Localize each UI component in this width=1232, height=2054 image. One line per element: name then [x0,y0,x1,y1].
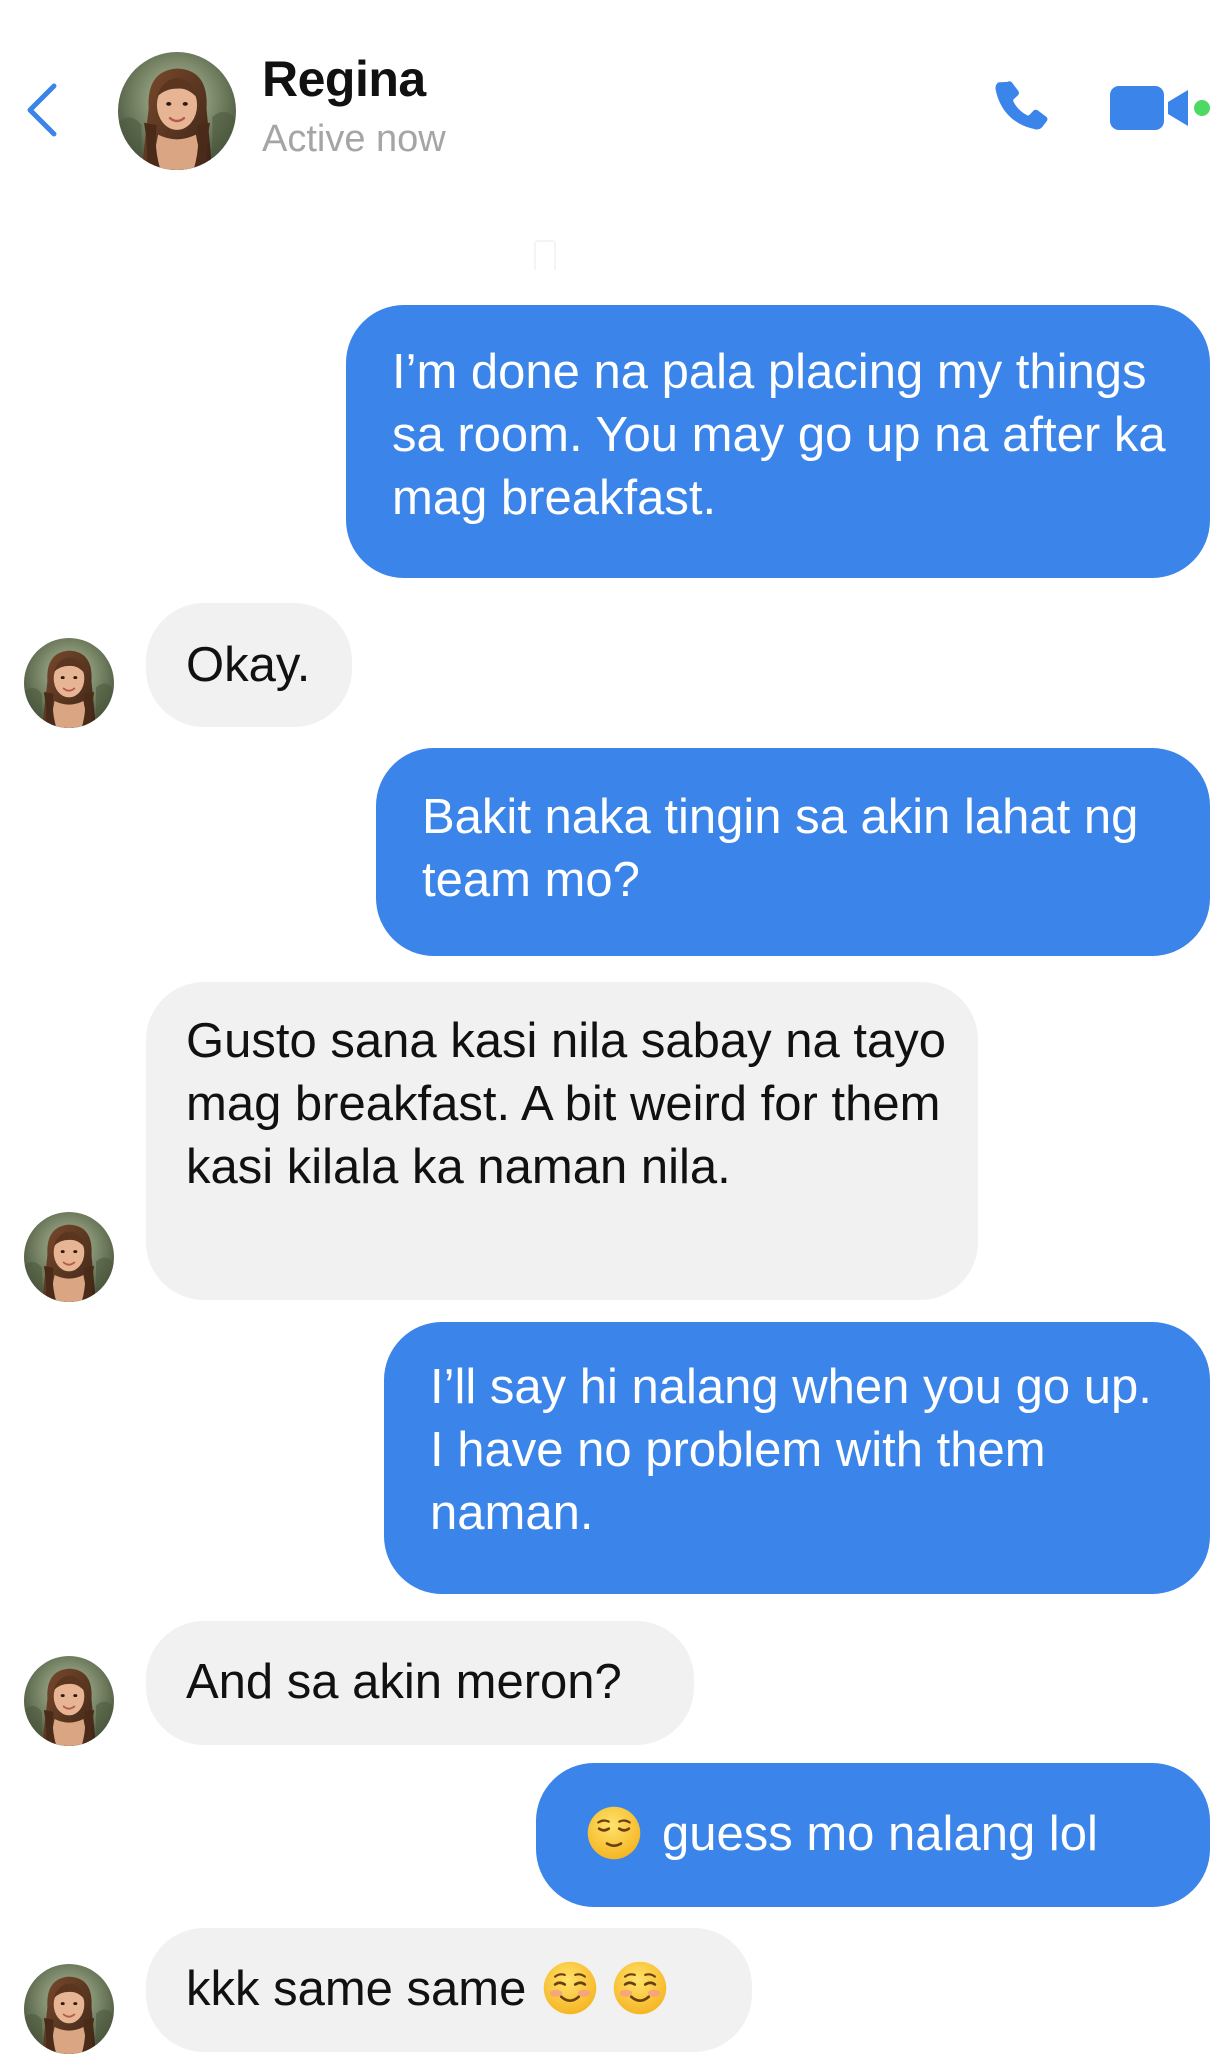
message-text: Gusto sana kasi nila sabay na tayo mag b… [186,1014,946,1194]
message-bubble-sent[interactable]: Bakit naka tingin sa akin lahat ng team … [376,748,1210,956]
video-camera-icon [1110,86,1210,130]
contact-avatar-small[interactable] [24,1964,114,2054]
message-bubble-received[interactable]: Gusto sana kasi nila sabay na tayo mag b… [146,982,978,1300]
voice-call-button[interactable] [990,76,1054,140]
contact-avatar-small[interactable] [24,1656,114,1746]
message-text: I’ll say hi nalang when you go up. I hav… [430,1360,1152,1540]
message-bubble-sent[interactable]: I’m done na pala placing my things sa ro… [346,305,1210,578]
contact-avatar-small[interactable] [24,1212,114,1302]
chat-header: Regina Active now [0,0,1232,190]
video-call-button[interactable] [1108,82,1212,134]
avatar-photo [24,1964,114,2054]
relieved-face-emoji [586,1805,642,1861]
contact-name[interactable]: Regina [262,50,426,108]
message-text: Bakit naka tingin sa akin lahat ng team … [422,790,1139,907]
contact-avatar[interactable] [118,52,236,170]
avatar-photo [24,638,114,728]
chevron-left-icon [27,83,57,137]
online-dot-icon [1194,100,1210,116]
phone-icon [995,81,1048,130]
smiling-face-emoji [542,1960,598,2016]
avatar-photo [118,52,236,170]
smiling-face-emoji [612,1960,668,2016]
message-bubble-sent[interactable]: I’ll say hi nalang when you go up. I hav… [384,1322,1210,1594]
read-receipt-marker [534,240,556,270]
avatar-photo [24,1212,114,1302]
avatar-photo [24,1656,114,1746]
message-bubble-sent[interactable]: guess mo nalang lol [536,1763,1210,1907]
contact-avatar-small[interactable] [24,638,114,728]
message-text-row: guess mo nalang lol [586,1803,1210,1866]
message-bubble-received[interactable]: kkk same same [146,1928,752,2052]
message-bubble-received[interactable]: Okay. [146,603,352,727]
message-text: kkk same same [186,1962,527,2016]
message-text: Okay. [186,638,311,692]
message-bubble-received[interactable]: And sa akin meron? [146,1621,694,1745]
back-button[interactable] [22,80,62,140]
message-text: I’m done na pala placing my things sa ro… [392,345,1166,525]
contact-status: Active now [262,118,446,160]
message-text-row: kkk same same [186,1958,752,2021]
message-text: guess mo nalang lol [662,1807,1098,1861]
message-text: And sa akin meron? [186,1655,622,1709]
